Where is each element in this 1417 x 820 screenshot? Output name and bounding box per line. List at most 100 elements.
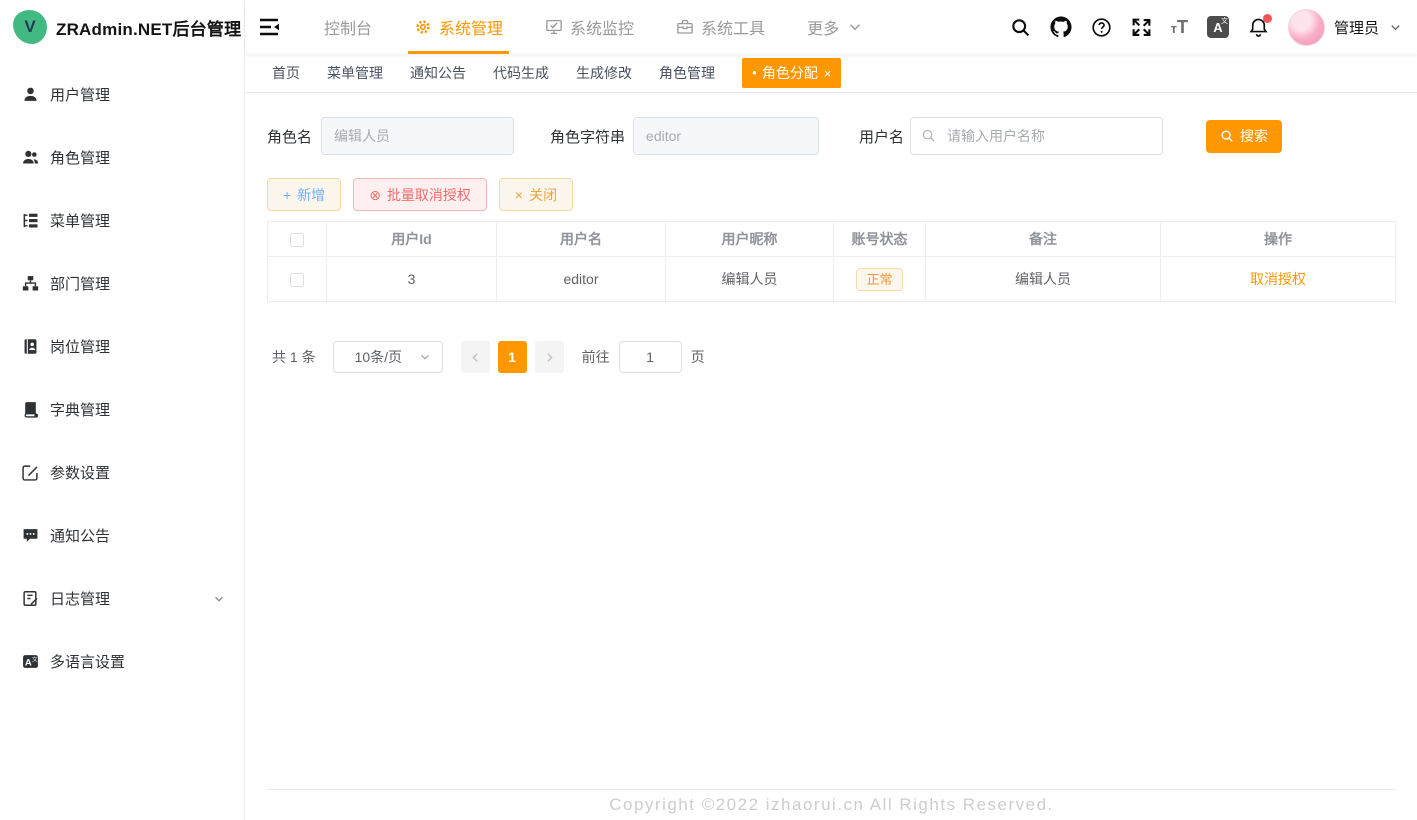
sidebar-item-label: 用户管理 bbox=[50, 84, 110, 105]
col-user-name: 用户名 bbox=[497, 222, 666, 257]
page-number-button[interactable]: 1 bbox=[498, 341, 527, 373]
col-actions: 操作 bbox=[1161, 222, 1396, 257]
notification-bell-icon[interactable] bbox=[1248, 17, 1269, 38]
add-button[interactable]: + 新增 bbox=[267, 178, 341, 211]
user-name-label: 用户名 bbox=[859, 126, 904, 147]
app-logo-row[interactable]: V ZRAdmin.NET后台管理 bbox=[0, 0, 244, 54]
nav-item-dashboard[interactable]: 控制台 bbox=[303, 0, 393, 54]
goto-label: 前往 bbox=[582, 347, 610, 367]
pagination: 共 1 条 10条/页 1 前往 页 bbox=[267, 341, 1396, 373]
search-button[interactable]: 搜索 bbox=[1206, 120, 1282, 153]
sidebar-item-label: 岗位管理 bbox=[50, 336, 110, 357]
page-size-value: 10条/页 bbox=[355, 347, 402, 367]
nav-item-system-tools[interactable]: 系统工具 bbox=[655, 0, 786, 54]
page-size-select[interactable]: 10条/页 bbox=[333, 341, 443, 373]
nav-item-label: 更多 bbox=[807, 15, 839, 39]
tab-home[interactable]: 首页 bbox=[272, 63, 300, 83]
tab-notice[interactable]: 通知公告 bbox=[410, 63, 466, 83]
col-user-id: 用户Id bbox=[327, 222, 497, 257]
tab-gen-edit[interactable]: 生成修改 bbox=[576, 63, 632, 83]
role-name-input[interactable] bbox=[321, 117, 514, 155]
revoke-auth-link[interactable]: 取消授权 bbox=[1250, 271, 1306, 287]
role-key-input[interactable] bbox=[633, 117, 819, 155]
pagination-total: 共 1 条 bbox=[272, 347, 316, 367]
tab-code-gen[interactable]: 代码生成 bbox=[493, 63, 549, 83]
sidebar-item-posts[interactable]: 岗位管理 bbox=[0, 315, 244, 378]
gear-icon bbox=[414, 18, 432, 36]
github-icon[interactable] bbox=[1050, 16, 1072, 38]
chevron-down-icon bbox=[418, 350, 432, 364]
select-all-header bbox=[268, 222, 327, 257]
help-icon[interactable] bbox=[1091, 17, 1112, 38]
chevron-down-icon bbox=[846, 18, 864, 36]
sidebar-collapse-icon[interactable] bbox=[257, 15, 281, 39]
app-title: ZRAdmin.NET后台管理 bbox=[56, 15, 241, 40]
users-table: 用户Id 用户名 用户昵称 账号状态 备注 操作 3 editor 编辑人员 正… bbox=[267, 221, 1396, 302]
fullscreen-icon[interactable] bbox=[1131, 17, 1152, 38]
tab-label: 角色分配 bbox=[762, 63, 818, 83]
message-bubble-icon bbox=[22, 527, 39, 544]
prev-page-button[interactable] bbox=[461, 341, 490, 373]
cell-user-name: editor bbox=[497, 257, 666, 302]
svg-text:文: 文 bbox=[32, 656, 38, 664]
close-button[interactable]: × 关闭 bbox=[499, 178, 573, 211]
nav-item-more[interactable]: 更多 bbox=[786, 0, 885, 54]
next-page-button[interactable] bbox=[535, 341, 564, 373]
username: 管理员 bbox=[1334, 17, 1379, 38]
sidebar-item-menus[interactable]: 菜单管理 bbox=[0, 189, 244, 252]
search-icon bbox=[921, 128, 936, 143]
language-switch-icon[interactable]: A文 bbox=[1207, 16, 1229, 38]
font-size-icon[interactable]: тT bbox=[1171, 18, 1188, 36]
sidebar: V ZRAdmin.NET后台管理 用户管理 角色管理 菜单管理 部门管理 岗位… bbox=[0, 0, 245, 820]
close-icon: × bbox=[515, 188, 523, 202]
sidebar-item-notices[interactable]: 通知公告 bbox=[0, 504, 244, 567]
goto-page-input[interactable] bbox=[619, 341, 682, 373]
row-checkbox[interactable] bbox=[290, 273, 304, 287]
sidebar-item-label: 日志管理 bbox=[50, 588, 110, 609]
tab-role-assign-active[interactable]: ● 角色分配 × bbox=[742, 58, 841, 88]
nav-item-label: 系统工具 bbox=[701, 15, 765, 39]
copyright-text: Copyright ©2022 izhaorui.cn All Rights R… bbox=[609, 795, 1054, 815]
nav-item-system-monitor[interactable]: 系统监控 bbox=[524, 0, 655, 54]
sidebar-item-label: 角色管理 bbox=[50, 147, 110, 168]
avatar bbox=[1288, 9, 1325, 46]
nav-item-label: 系统监控 bbox=[570, 15, 634, 39]
sidebar-item-label: 参数设置 bbox=[50, 462, 110, 483]
search-icon bbox=[1220, 129, 1234, 143]
sidebar-item-departments[interactable]: 部门管理 bbox=[0, 252, 244, 315]
plus-icon: + bbox=[283, 188, 291, 202]
tab-role-management[interactable]: 角色管理 bbox=[659, 63, 715, 83]
notification-badge bbox=[1263, 14, 1272, 23]
translate-icon: A文 bbox=[22, 653, 39, 670]
search-icon[interactable] bbox=[1010, 17, 1031, 38]
sidebar-item-label: 通知公告 bbox=[50, 525, 110, 546]
tags-view-bar: 首页 菜单管理 通知公告 代码生成 生成修改 角色管理 ● 角色分配 × bbox=[245, 54, 1417, 93]
user-name-input[interactable] bbox=[910, 117, 1163, 155]
page-unit-label: 页 bbox=[691, 347, 705, 367]
filter-form: 角色名 角色字符串 用户名 搜索 bbox=[267, 117, 1396, 155]
user-menu[interactable]: 管理员 bbox=[1288, 9, 1403, 46]
tab-menu-management[interactable]: 菜单管理 bbox=[327, 63, 383, 83]
sidebar-item-users[interactable]: 用户管理 bbox=[0, 63, 244, 126]
user-name-input-wrap bbox=[910, 117, 1163, 155]
sidebar-item-i18n[interactable]: A文 多语言设置 bbox=[0, 630, 244, 693]
logo-letter: V bbox=[24, 17, 35, 37]
sidebar-item-dictionary[interactable]: 字典管理 bbox=[0, 378, 244, 441]
cell-user-id: 3 bbox=[327, 257, 497, 302]
sidebar-item-parameters[interactable]: 参数设置 bbox=[0, 441, 244, 504]
sidebar-item-roles[interactable]: 角色管理 bbox=[0, 126, 244, 189]
sidebar-menu: 用户管理 角色管理 菜单管理 部门管理 岗位管理 字典管理 参数设置 通知公告 bbox=[0, 54, 244, 693]
select-all-checkbox[interactable] bbox=[290, 233, 304, 247]
role-name-label: 角色名 bbox=[267, 126, 312, 147]
user-icon bbox=[22, 86, 39, 103]
page-footer: Copyright ©2022 izhaorui.cn All Rights R… bbox=[267, 789, 1396, 820]
sidebar-item-label: 多语言设置 bbox=[50, 651, 125, 672]
batch-revoke-button[interactable]: ⊗ 批量取消授权 bbox=[353, 178, 487, 211]
table-header-row: 用户Id 用户名 用户昵称 账号状态 备注 操作 bbox=[268, 222, 1396, 257]
users-icon bbox=[22, 149, 39, 166]
nav-item-system-management[interactable]: 系统管理 bbox=[393, 0, 524, 54]
top-navigation: 控制台 系统管理 系统监控 系统工具 更多 bbox=[303, 0, 885, 54]
cell-actions: 取消授权 bbox=[1161, 257, 1396, 302]
close-tab-icon[interactable]: × bbox=[824, 66, 832, 81]
sidebar-item-logs[interactable]: 日志管理 bbox=[0, 567, 244, 630]
